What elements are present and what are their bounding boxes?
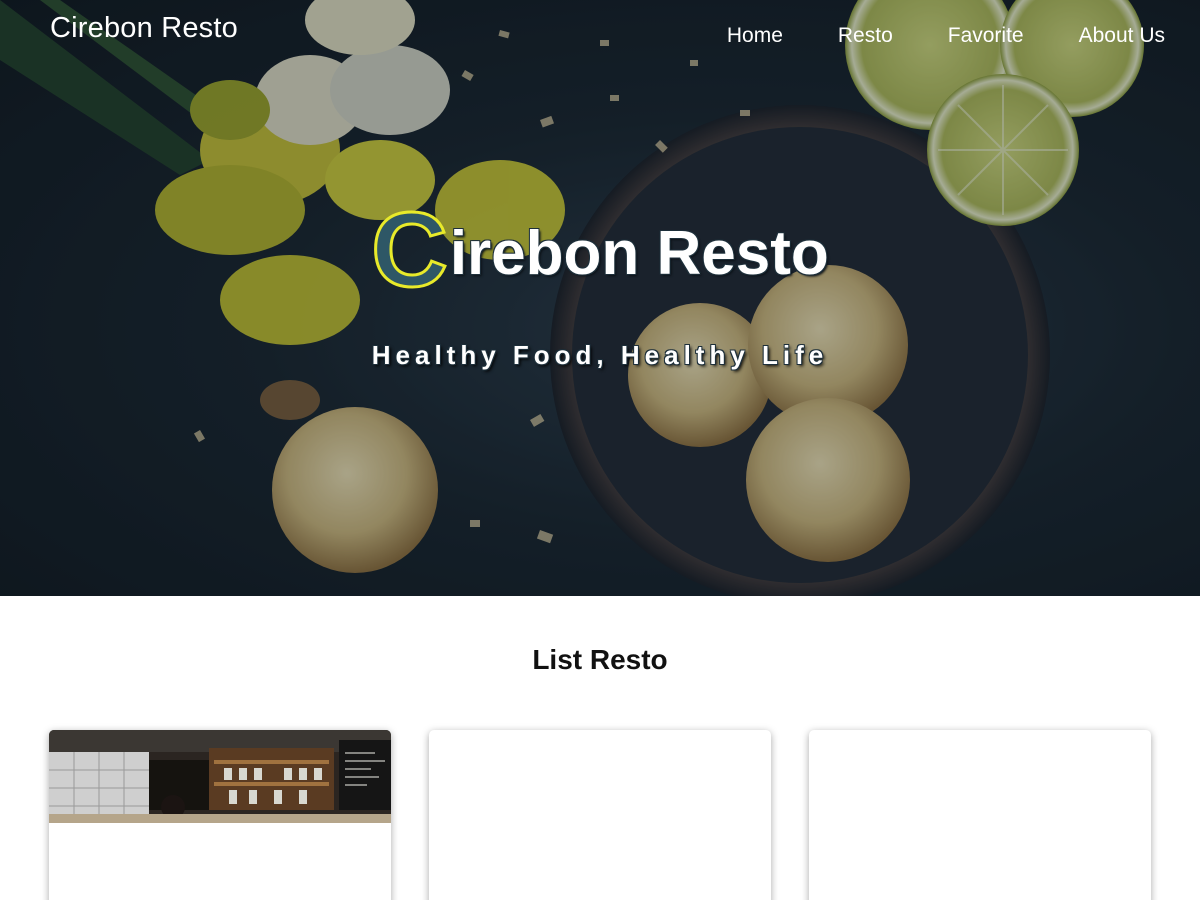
nav-link-resto[interactable]: Resto	[838, 24, 893, 48]
top-navbar: Cirebon Resto Home Resto Favorite About …	[0, 0, 1200, 72]
nav-link-home[interactable]: Home	[727, 24, 783, 48]
hero-tagline: Healthy Food, Healthy Life	[371, 340, 829, 370]
nav-link-favorite[interactable]: Favorite	[948, 24, 1024, 48]
hero-banner: Cirebon Resto Home Resto Favorite About …	[0, 0, 1200, 596]
resto-card[interactable]	[809, 730, 1151, 900]
nav-item-about-us: About Us	[1024, 24, 1165, 48]
nav-menu: Home Resto Favorite About Us	[672, 24, 1165, 48]
nav-item-favorite: Favorite	[893, 24, 1024, 48]
hero-title-rest: irebon Resto	[449, 219, 829, 288]
nav-link-about-us[interactable]: About Us	[1079, 24, 1165, 48]
resto-card[interactable]	[49, 730, 391, 900]
nav-item-home: Home	[672, 24, 783, 48]
brand-logo-link[interactable]: Cirebon Resto	[50, 12, 238, 45]
resto-card[interactable]	[429, 730, 771, 900]
list-heading: List Resto	[532, 644, 668, 675]
resto-list-section: List Resto	[0, 596, 1200, 900]
hero-title: Cirebon Resto	[0, 190, 1200, 311]
hero-title-initial: C	[370, 190, 450, 311]
nav-item-resto: Resto	[783, 24, 893, 48]
resto-card-image	[49, 730, 391, 823]
